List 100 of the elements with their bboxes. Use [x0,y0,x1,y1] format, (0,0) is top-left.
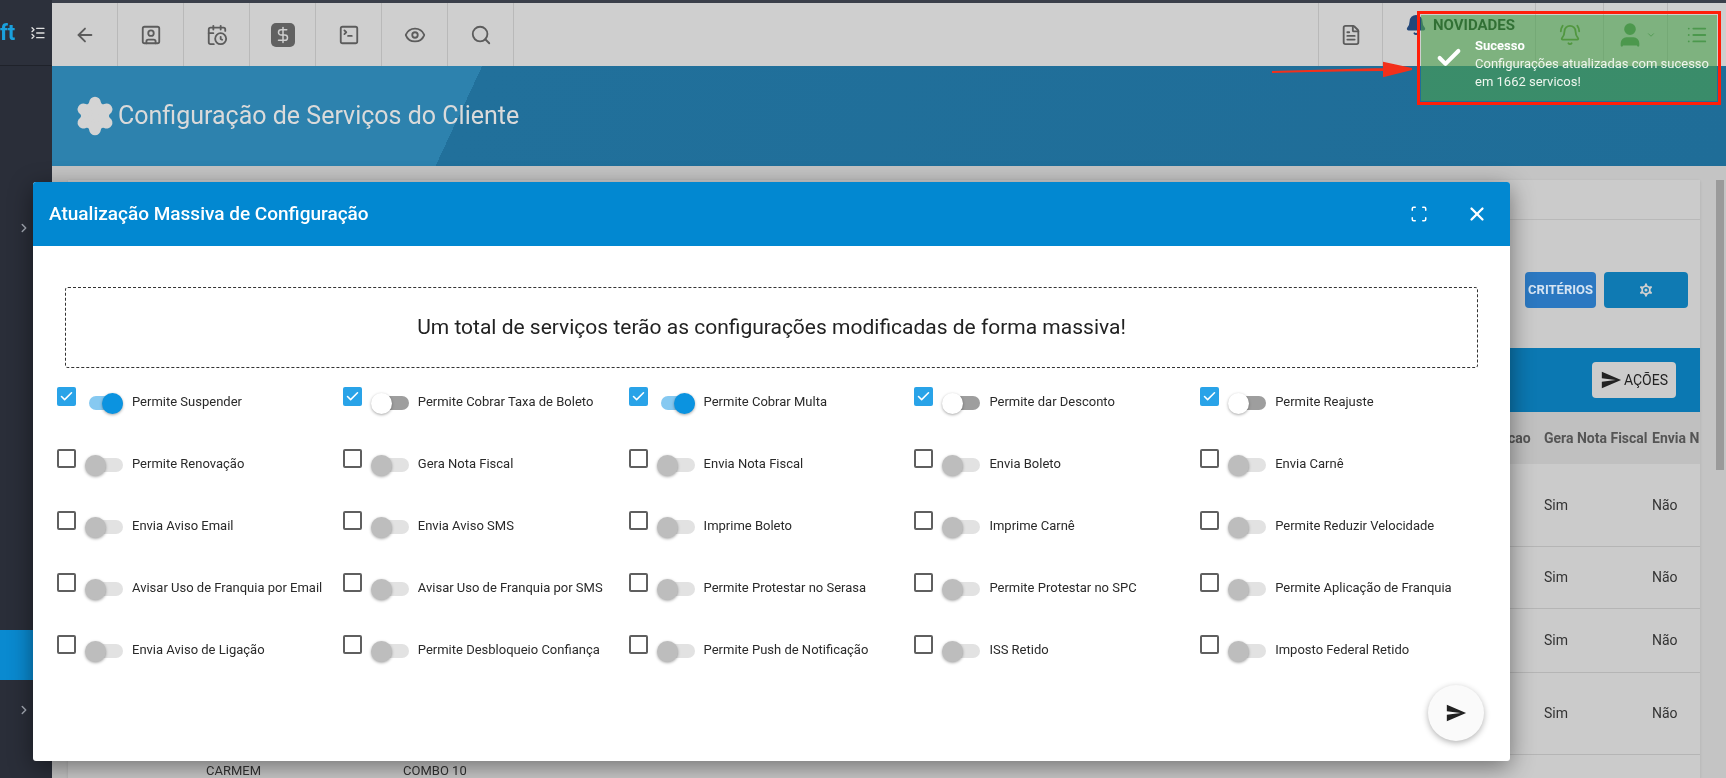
toggle-switch[interactable] [370,392,409,414]
column-header: Gera Nota Fiscal [1544,428,1649,448]
checkbox[interactable] [628,386,648,406]
toggle-switch[interactable] [656,578,695,600]
option-label: Permite Aplicação de Franquia [1275,579,1452,598]
criteria-button[interactable]: CRITÉRIOS [1525,272,1596,308]
toggle-switch[interactable] [656,516,695,538]
logo: ft [0,21,16,44]
table-cell-text: Sim [1544,631,1569,650]
news-link[interactable]: NOVIDADES [1433,17,1516,33]
checkbox[interactable] [628,572,648,592]
toggle-switch[interactable] [942,516,981,538]
table-cell-text: Sim [1544,568,1569,587]
checkbox[interactable] [914,510,934,530]
toast-title: Sucesso [1475,37,1525,55]
checkbox[interactable] [342,386,362,406]
settings-button[interactable] [1604,272,1688,308]
checkbox[interactable] [1200,448,1220,468]
toggle-switch[interactable] [1228,392,1267,414]
option-label: Permite Reajuste [1275,393,1374,412]
option-label: Permite Push de Notificação [703,641,869,660]
toggle-switch[interactable] [656,640,695,662]
checkbox[interactable] [57,634,76,654]
checkbox[interactable] [342,448,362,468]
toggle-switch[interactable] [370,516,409,538]
option-label: Permite Renovação [132,455,245,474]
checkbox[interactable] [1200,386,1220,406]
table-cell-text: Não [1652,631,1679,650]
checkbox[interactable] [914,448,934,468]
collapse-menu-icon[interactable] [30,24,46,41]
toggle-switch[interactable] [370,454,409,476]
option-label: Permite Reduzir Velocidade [1275,517,1435,536]
checkbox[interactable] [342,572,362,592]
option-label: Permite Cobrar Taxa de Boleto [417,393,594,412]
checkbox[interactable] [914,572,934,592]
toggle-switch[interactable] [1228,516,1267,538]
actions-button[interactable]: AÇÕES [1591,362,1676,398]
toggle-switch[interactable] [85,516,123,538]
option-label: Envia Carnê [1275,455,1344,474]
checkbox[interactable] [1200,634,1220,654]
checkbox[interactable] [1200,572,1220,592]
maximize-icon[interactable] [1410,205,1428,223]
option-label: Permite Cobrar Multa [703,393,827,412]
option-label: Permite Protestar no Serasa [703,579,867,598]
checkbox[interactable] [342,510,362,530]
option-label: Avisar Uso de Franquia por Email [132,579,323,598]
option-label: Avisar Uso de Franquia por SMS [417,579,603,598]
gear-icon [1637,281,1655,299]
toggle-switch[interactable] [1228,578,1267,600]
table-cell: CARMEM [206,764,262,778]
table-cell-text: Sim [1544,704,1569,723]
send-icon [1599,369,1622,391]
toggle-switch[interactable] [942,454,981,476]
option-label: Imprime Boleto [703,517,793,536]
toggle-switch[interactable] [85,454,123,476]
table-cell-text: Não [1652,568,1679,587]
option-label: Envia Aviso de Ligação [132,641,265,660]
toggle-switch[interactable] [370,578,409,600]
option-label: Envia Nota Fiscal [703,455,804,474]
bell-icon[interactable] [1405,14,1427,36]
option-label: Gera Nota Fiscal [417,455,514,474]
toggle-switch[interactable] [942,578,981,600]
checkbox[interactable] [57,386,76,406]
checkbox[interactable] [914,634,934,654]
option-label: Permite Suspender [132,393,242,412]
alarm-icon[interactable] [1558,23,1581,46]
option-label: Envia Aviso SMS [417,517,514,536]
checkbox[interactable] [57,572,76,592]
checkbox[interactable] [914,386,934,406]
toggle-switch[interactable] [942,640,981,662]
contact-card-icon [139,23,162,46]
checkbox[interactable] [1200,510,1220,530]
toggle-switch[interactable] [656,454,695,476]
option-label: Imprime Carnê [989,517,1075,536]
toggle-switch[interactable] [1228,640,1267,662]
dollar-icon [270,22,295,47]
toggle-switch[interactable] [85,640,123,662]
toggle-switch[interactable] [1228,454,1267,476]
page-title: Configuração de Serviços do Cliente [118,100,520,133]
checkbox[interactable] [628,634,648,654]
checkbox[interactable] [57,510,76,530]
checkbox[interactable] [57,448,76,468]
toggle-switch[interactable] [370,640,409,662]
notice-text: Um total de serviços terão as configurações modificadas de forma massiva! [417,313,1126,341]
checkbox[interactable] [628,448,648,468]
table-cell: COMBO 10 [403,764,467,778]
toggle-switch[interactable] [85,578,123,600]
checkbox[interactable] [628,510,648,530]
table-cell-text: Não [1652,704,1679,723]
toggle-switch[interactable] [942,392,981,414]
option-label: Permite Desbloqueio Confiança [417,641,600,660]
column-header: Envia N [1652,428,1700,448]
table-cell-text: Não [1652,495,1679,515]
option-label: Permite dar Desconto [989,393,1115,412]
option-label: Permite Protestar no SPC [989,579,1137,598]
checkbox[interactable] [342,634,362,654]
option-label: Imposto Federal Retido [1275,641,1410,660]
send-button[interactable] [1428,685,1484,741]
terminal-icon [337,23,360,46]
option-label: ISS Retido [989,641,1049,660]
